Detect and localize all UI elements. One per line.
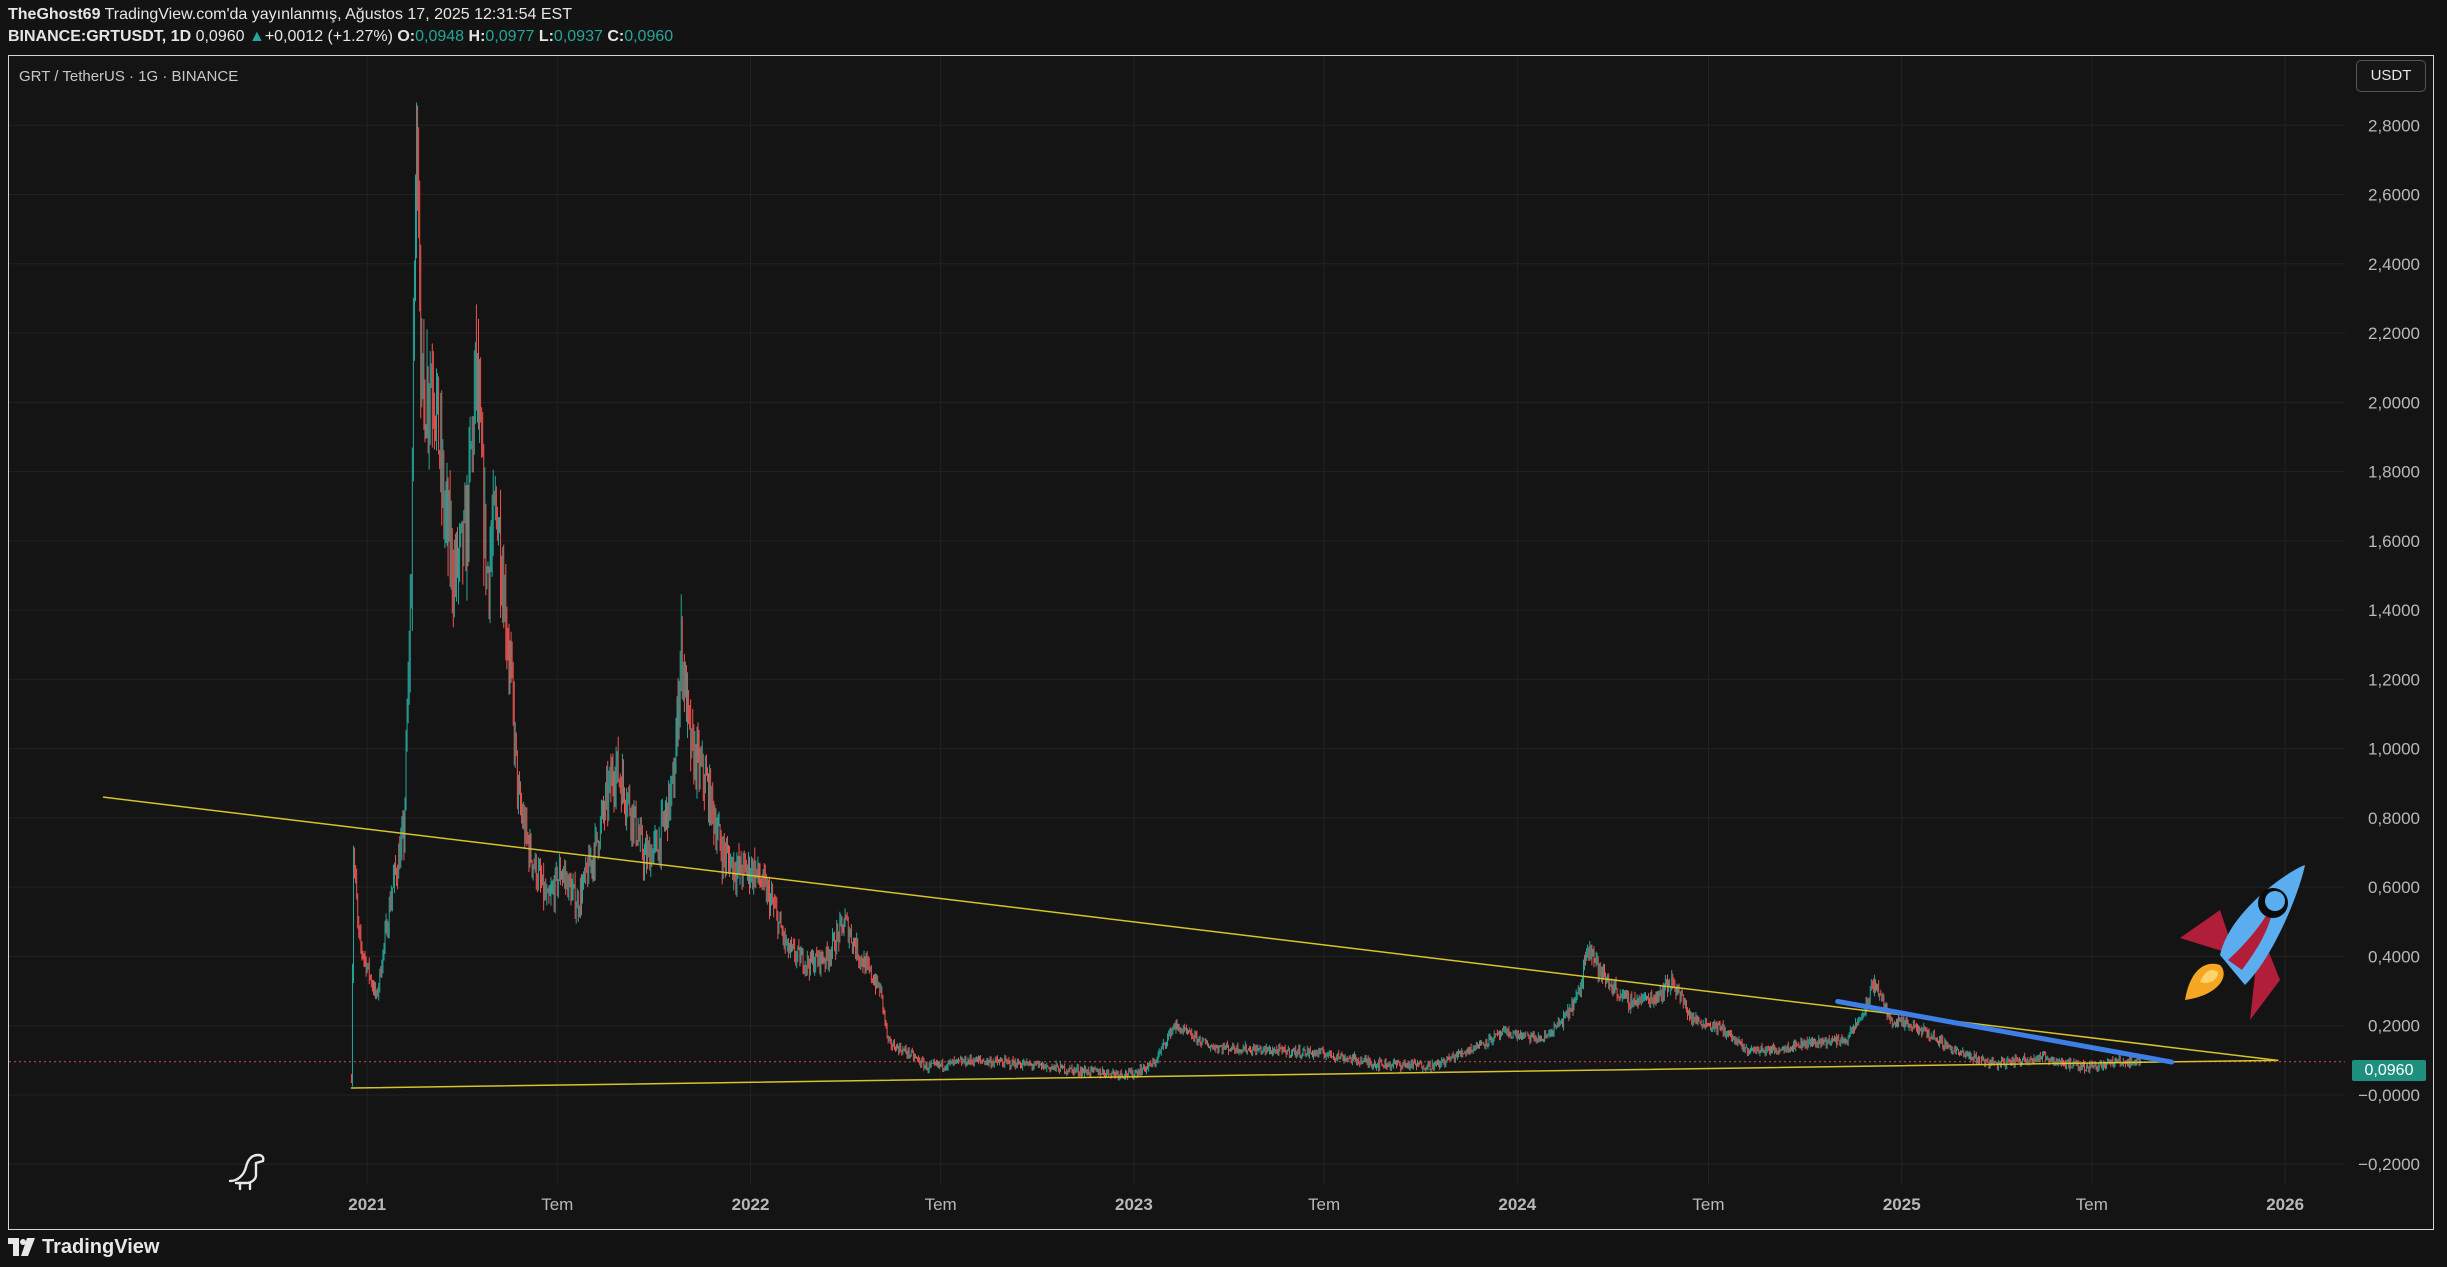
x-tick-label: 2021: [348, 1195, 386, 1214]
currency-button[interactable]: USDT: [2356, 60, 2426, 92]
y-tick-label: 0,2000: [2368, 1017, 2420, 1036]
blue-trendline: [1835, 998, 2175, 1065]
y-tick-label: 2,0000: [2368, 393, 2420, 412]
footer: TradingView: [8, 1232, 159, 1262]
x-tick-label: 2026: [2266, 1195, 2304, 1214]
pair-title: GRT / TetherUS · 1G · BINANCE: [19, 68, 239, 85]
y-tick-label: 0,8000: [2368, 809, 2420, 828]
tradingview-logo-icon[interactable]: [8, 1238, 36, 1256]
x-tick-label: Tem: [925, 1195, 957, 1214]
dino-icon: [228, 1153, 265, 1191]
x-tick-label: Tem: [1308, 1195, 1340, 1214]
y-tick-label: −0,0000: [2358, 1086, 2420, 1105]
drawings: [9, 796, 2345, 1089]
x-tick-label: 2025: [1883, 1195, 1921, 1214]
x-tick-label: Tem: [2076, 1195, 2108, 1214]
x-tick-label: Tem: [1692, 1195, 1724, 1214]
y-tick-label: 2,6000: [2368, 186, 2420, 205]
last-price-tag: 0,0960: [2352, 1060, 2426, 1081]
x-tick-label: 2023: [1115, 1195, 1153, 1214]
y-tick-label: 0,6000: [2368, 878, 2420, 897]
y-tick-label: 2,4000: [2368, 255, 2420, 274]
y-tick-label: 1,0000: [2368, 740, 2420, 759]
rocket-icon: [2180, 865, 2305, 1020]
lower-trendline: [350, 1059, 2279, 1089]
price-axis[interactable]: 2,8000 2,6000 2,4000 2,2000 2,0000 1,8000 1,60…: [2358, 116, 2420, 1174]
x-tick-label: 2022: [732, 1195, 770, 1214]
candles: [350, 102, 2142, 1087]
y-tick-label: 1,2000: [2368, 670, 2420, 689]
y-tick-label: 2,8000: [2368, 116, 2420, 135]
brand-name[interactable]: TradingView: [42, 1236, 159, 1259]
grid: [9, 56, 2345, 1185]
y-tick-label: 0,4000: [2368, 947, 2420, 966]
x-tick-label: 2024: [1498, 1195, 1536, 1214]
y-tick-label: 1,6000: [2368, 532, 2420, 551]
y-tick-label: 1,4000: [2368, 601, 2420, 620]
time-axis[interactable]: 2021 Tem 2022 Tem 2023 Tem 2024 Tem 2025 Tem 2026: [348, 1195, 2304, 1214]
x-tick-label: Tem: [541, 1195, 573, 1214]
price-chart[interactable]: 2,8000 2,6000 2,4000 2,2000 2,0000 1,8000 1,60…: [0, 0, 2447, 1267]
y-tick-label: −0,2000: [2358, 1155, 2420, 1174]
y-tick-label: 2,2000: [2368, 324, 2420, 343]
y-tick-label: 1,8000: [2368, 463, 2420, 482]
